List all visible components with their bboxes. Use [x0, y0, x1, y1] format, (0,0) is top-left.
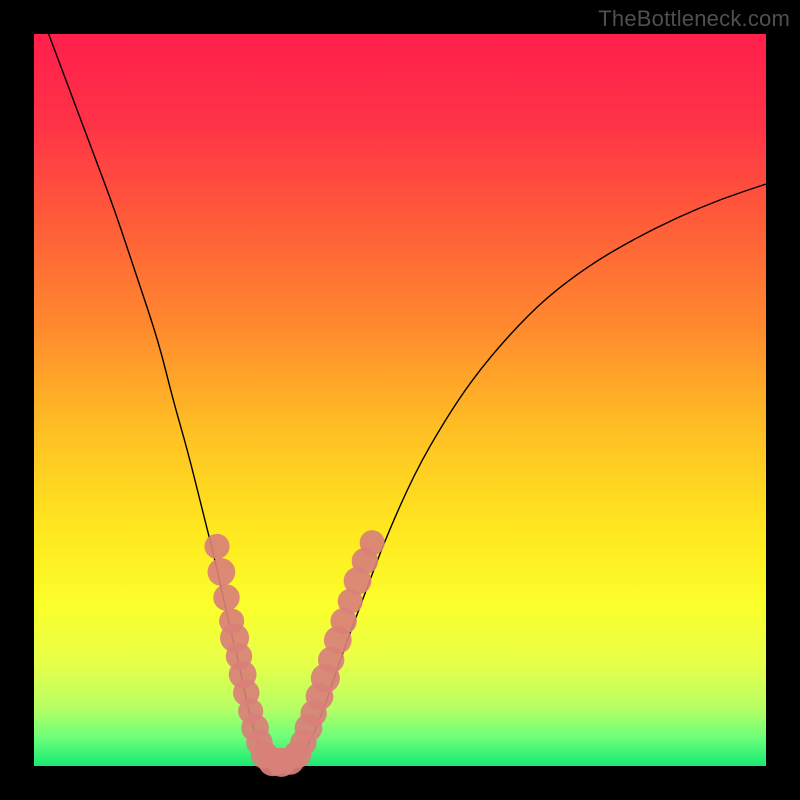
- outer-frame: TheBottleneck.com: [0, 0, 800, 800]
- series-right-branch: [296, 184, 766, 763]
- marker-right-cluster-11: [360, 530, 385, 555]
- marker-left-cluster-1: [208, 558, 236, 586]
- curve-layer: [34, 34, 766, 766]
- series-group: [49, 34, 766, 765]
- markers-group: [204, 530, 384, 777]
- watermark-text: TheBottleneck.com: [598, 6, 790, 32]
- marker-left-cluster-2: [213, 584, 239, 610]
- marker-left-cluster-0: [204, 534, 229, 559]
